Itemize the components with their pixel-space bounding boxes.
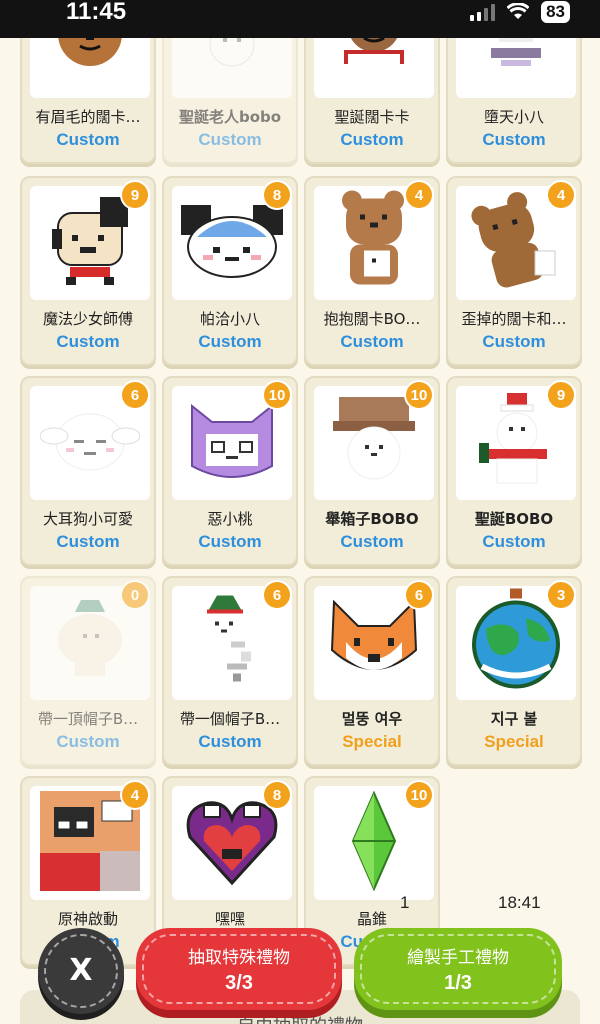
gift-name: 晶錐	[356, 910, 387, 928]
hachi-icon	[177, 201, 287, 285]
gift-type-label: Custom	[198, 532, 262, 551]
fox-icon	[324, 596, 424, 690]
gift-name: 聖誕老人bobo	[178, 108, 282, 126]
stock-count-badge: 3	[548, 582, 574, 608]
gift-name: 墮天小八	[483, 108, 544, 126]
gift-name: 歪掉的闊卡和…	[461, 310, 567, 328]
globe-icon	[466, 588, 566, 698]
battery-indicator: 83	[541, 1, 570, 23]
draw-handmade-border	[360, 934, 556, 1004]
gift-type-label: Custom	[340, 332, 404, 351]
gift-name: 抱抱闊卡BO…	[323, 310, 421, 328]
gift-name: 帶一個帽子B…	[179, 710, 281, 728]
gift-type-label: Custom	[482, 332, 546, 351]
stock-count-badge: 9	[122, 182, 148, 208]
gift-type-label: Custom	[56, 532, 120, 551]
purple-cat-icon	[182, 396, 282, 490]
stock-count-badge: 10	[406, 782, 432, 808]
gift-name: 嘿嘿	[214, 910, 245, 928]
overlay-number: 1	[400, 893, 410, 912]
gift-name: 멀뚱 여우	[341, 710, 403, 728]
stock-count-badge: 6	[122, 382, 148, 408]
gift-card[interactable]: 3 지구 볼 Special	[446, 576, 582, 766]
gift-name: 魔法少女師傅	[42, 310, 133, 328]
gift-name: 惡小桃	[207, 510, 253, 528]
hat-bobo-faded-icon	[45, 596, 135, 690]
gift-name: 大耳狗小可愛	[42, 510, 133, 528]
gift-card[interactable]: 6 大耳狗小可愛 Custom	[20, 376, 156, 566]
gift-card[interactable]: 6 帶一個帽子B… Custom	[162, 576, 298, 766]
gift-name: 聖誕闊卡卡	[334, 108, 410, 126]
draw-special-border	[142, 934, 336, 1004]
cinnamo-icon	[39, 406, 141, 480]
stock-count-badge: 6	[406, 582, 432, 608]
stock-count-badge: 4	[122, 782, 148, 808]
status-icons: 83	[470, 1, 570, 23]
gift-name: 舉箱子BOBO	[325, 510, 419, 528]
gift-card[interactable]: 4 抱抱闊卡BO… Custom	[304, 176, 440, 366]
gift-type-label: Custom	[56, 130, 120, 149]
stock-count-badge: 0	[122, 582, 148, 608]
gift-type-label: Custom	[340, 532, 404, 551]
gift-name: 原神啟動	[57, 910, 118, 928]
gift-card[interactable]: 4 歪掉的闊卡和… Custom	[446, 176, 582, 366]
hat-bobo-icon	[187, 594, 277, 693]
tilt-bear-icon	[471, 191, 561, 295]
heart-monster-icon	[182, 791, 282, 895]
draw-handmade-gift-button[interactable]: 繪製手工禮物 1/3	[354, 928, 562, 1010]
wifi-icon	[507, 3, 530, 19]
stock-count-badge: 10	[264, 382, 290, 408]
status-bar: 11:45 83	[0, 0, 600, 38]
close-button-border	[44, 934, 118, 1008]
gift-grid: 有眉毛的闊卡… Custom 聖誕老人bobo Custom 聖誕闊卡卡 Custom 墮天…	[0, 0, 600, 1024]
gift-type-label: Custom	[340, 130, 404, 149]
stock-count-badge: 4	[548, 182, 574, 208]
gift-card[interactable]: 9 魔法少女師傅 Custom	[20, 176, 156, 366]
gift-name: 聖誕BOBO	[474, 510, 554, 528]
stock-count-badge: 6	[264, 582, 290, 608]
gift-card[interactable]: 9 聖誕BOBO Custom	[446, 376, 582, 566]
gift-type-label: Special	[484, 732, 544, 751]
magic-dog-icon	[40, 191, 140, 295]
gift-name: 帕洽小八	[199, 310, 260, 328]
gift-name: 지구 볼	[490, 710, 538, 728]
close-button[interactable]: X	[38, 928, 124, 1014]
xmas-bobo-icon	[471, 391, 561, 495]
plumbob-icon	[349, 790, 399, 895]
avatar-person-icon	[40, 791, 140, 895]
gift-type-label: Custom	[198, 130, 262, 149]
overlay-time: 18:41	[498, 893, 541, 912]
gift-type-label: Special	[342, 732, 402, 751]
gift-card[interactable]: 10 惡小桃 Custom	[162, 376, 298, 566]
gift-type-label: Custom	[198, 332, 262, 351]
box-bobo-icon	[329, 391, 419, 495]
gift-card[interactable]: 8 帕洽小八 Custom	[162, 176, 298, 366]
draw-special-gift-button[interactable]: 抽取特殊禮物 3/3	[136, 928, 342, 1010]
gift-name: 帶一頂帽子B…	[37, 710, 139, 728]
gift-type-label: Custom	[198, 732, 262, 751]
stock-count-badge: 8	[264, 182, 290, 208]
stock-count-badge: 9	[548, 382, 574, 408]
gift-type-label: Custom	[482, 532, 546, 551]
gift-type-label: Custom	[56, 732, 120, 751]
gift-card[interactable]: 10 舉箱子BOBO Custom	[304, 376, 440, 566]
free-gifts-label: 自由抽取的禮物	[20, 1012, 580, 1024]
gift-card[interactable]: 6 멀뚱 여우 Special	[304, 576, 440, 766]
stock-count-badge: 4	[406, 182, 432, 208]
gift-type-label: Custom	[56, 332, 120, 351]
status-time: 11:45	[66, 0, 127, 25]
stock-count-badge: 8	[264, 782, 290, 808]
hug-bear-icon	[334, 189, 414, 298]
gift-type-label: Custom	[482, 130, 546, 149]
gift-card[interactable]: 0 帶一頂帽子B… Custom	[20, 576, 156, 766]
gift-name: 有眉毛的闊卡…	[35, 108, 141, 126]
signal-icon	[470, 3, 496, 21]
stock-count-badge: 10	[406, 382, 432, 408]
